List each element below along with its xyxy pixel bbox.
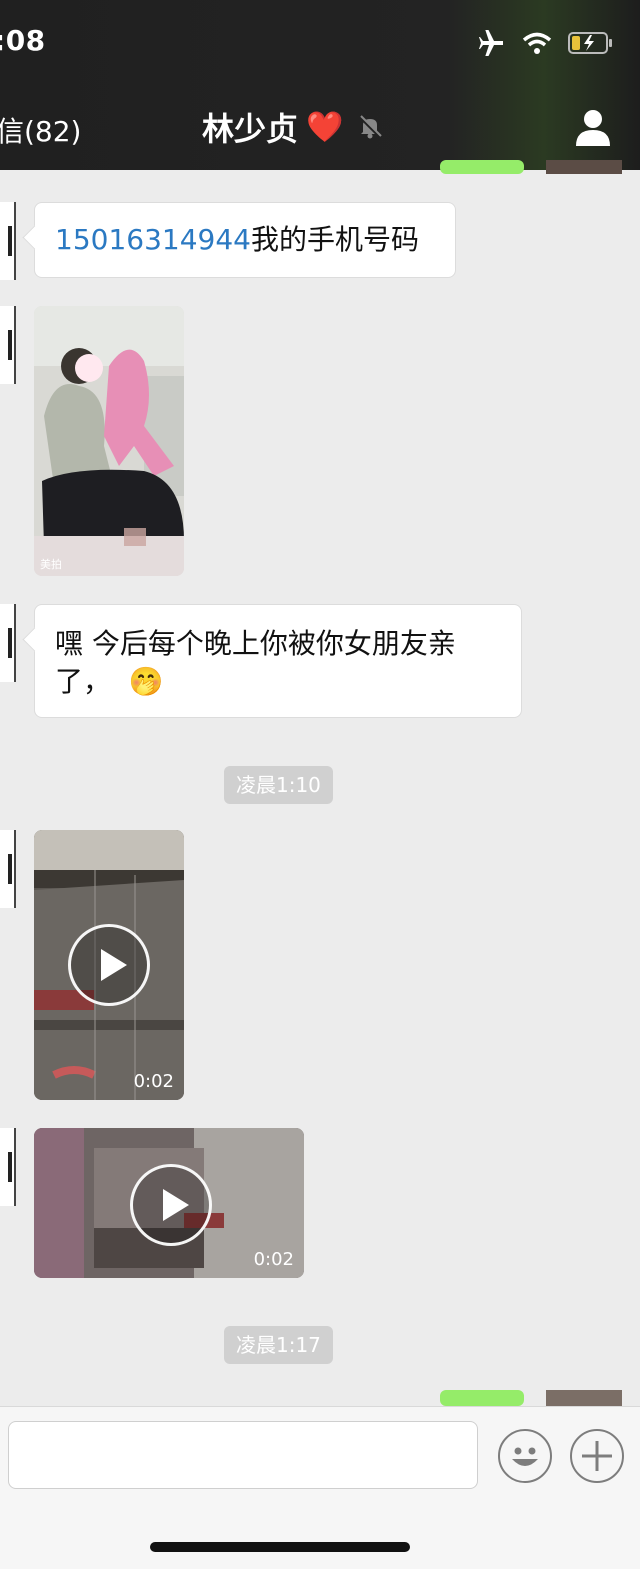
message-text: 嘿 今后每个晚上你被你女朋友亲 — [55, 627, 456, 660]
message-input[interactable] — [8, 1421, 478, 1489]
chat-title: 林少贞 ❤️ — [202, 104, 383, 150]
phone-number-link[interactable]: 15016314944 — [55, 223, 251, 256]
play-button[interactable] — [68, 924, 150, 1006]
photo-watermark: 美拍 — [40, 558, 62, 571]
smiley-icon — [512, 1447, 538, 1466]
message-text: 了， — [55, 665, 112, 698]
sent-avatar-edge — [546, 160, 622, 174]
avatar[interactable] — [0, 1128, 16, 1206]
timestamp: 凌晨1:10 — [224, 766, 333, 804]
airplane-mode-icon — [479, 30, 503, 56]
video-message[interactable]: 0:02 — [34, 830, 184, 1100]
emoji-button[interactable] — [498, 1429, 552, 1483]
video-duration: 0:02 — [133, 1071, 174, 1092]
more-button[interactable] — [570, 1429, 624, 1483]
home-indicator[interactable] — [150, 1542, 410, 1552]
avatar[interactable] — [0, 604, 16, 682]
contact-name: 林少贞 — [202, 110, 299, 148]
status-icons — [476, 30, 614, 56]
timestamp: 凌晨1:17 — [224, 1326, 333, 1364]
heart-emoji: ❤️ — [306, 109, 344, 145]
message-bubble[interactable]: 15016314944我的手机号码 — [34, 202, 456, 278]
battery-charging-icon — [568, 32, 612, 54]
status-time: :08 — [0, 24, 46, 57]
chat-header: :08 信(82) 林少贞 ❤️ — [0, 0, 640, 170]
plus-icon — [582, 1441, 612, 1471]
sent-bubble-edge — [440, 1390, 524, 1406]
message-bubble[interactable]: 嘿 今后每个晚上你被你女朋友亲 了， 🤭 — [34, 604, 522, 718]
back-button[interactable]: 信(82) — [0, 110, 81, 150]
avatar[interactable] — [0, 202, 16, 280]
video-message[interactable]: 0:02 — [34, 1128, 304, 1278]
play-button[interactable] — [130, 1164, 212, 1246]
sent-bubble-edge — [440, 160, 524, 174]
person-icon — [576, 110, 610, 146]
message-text: 我的手机号码 — [250, 223, 419, 256]
avatar[interactable] — [0, 306, 16, 384]
mute-bell-icon — [359, 115, 383, 139]
sent-avatar-edge — [546, 1390, 622, 1406]
contact-info-button[interactable] — [574, 108, 612, 150]
avatar[interactable] — [0, 830, 16, 908]
photo-content — [34, 306, 184, 576]
wifi-icon — [522, 32, 552, 54]
photo-message[interactable]: 美拍 — [34, 306, 184, 576]
thinking-emoji: 🤭 — [128, 665, 164, 698]
video-duration: 0:02 — [253, 1249, 294, 1270]
